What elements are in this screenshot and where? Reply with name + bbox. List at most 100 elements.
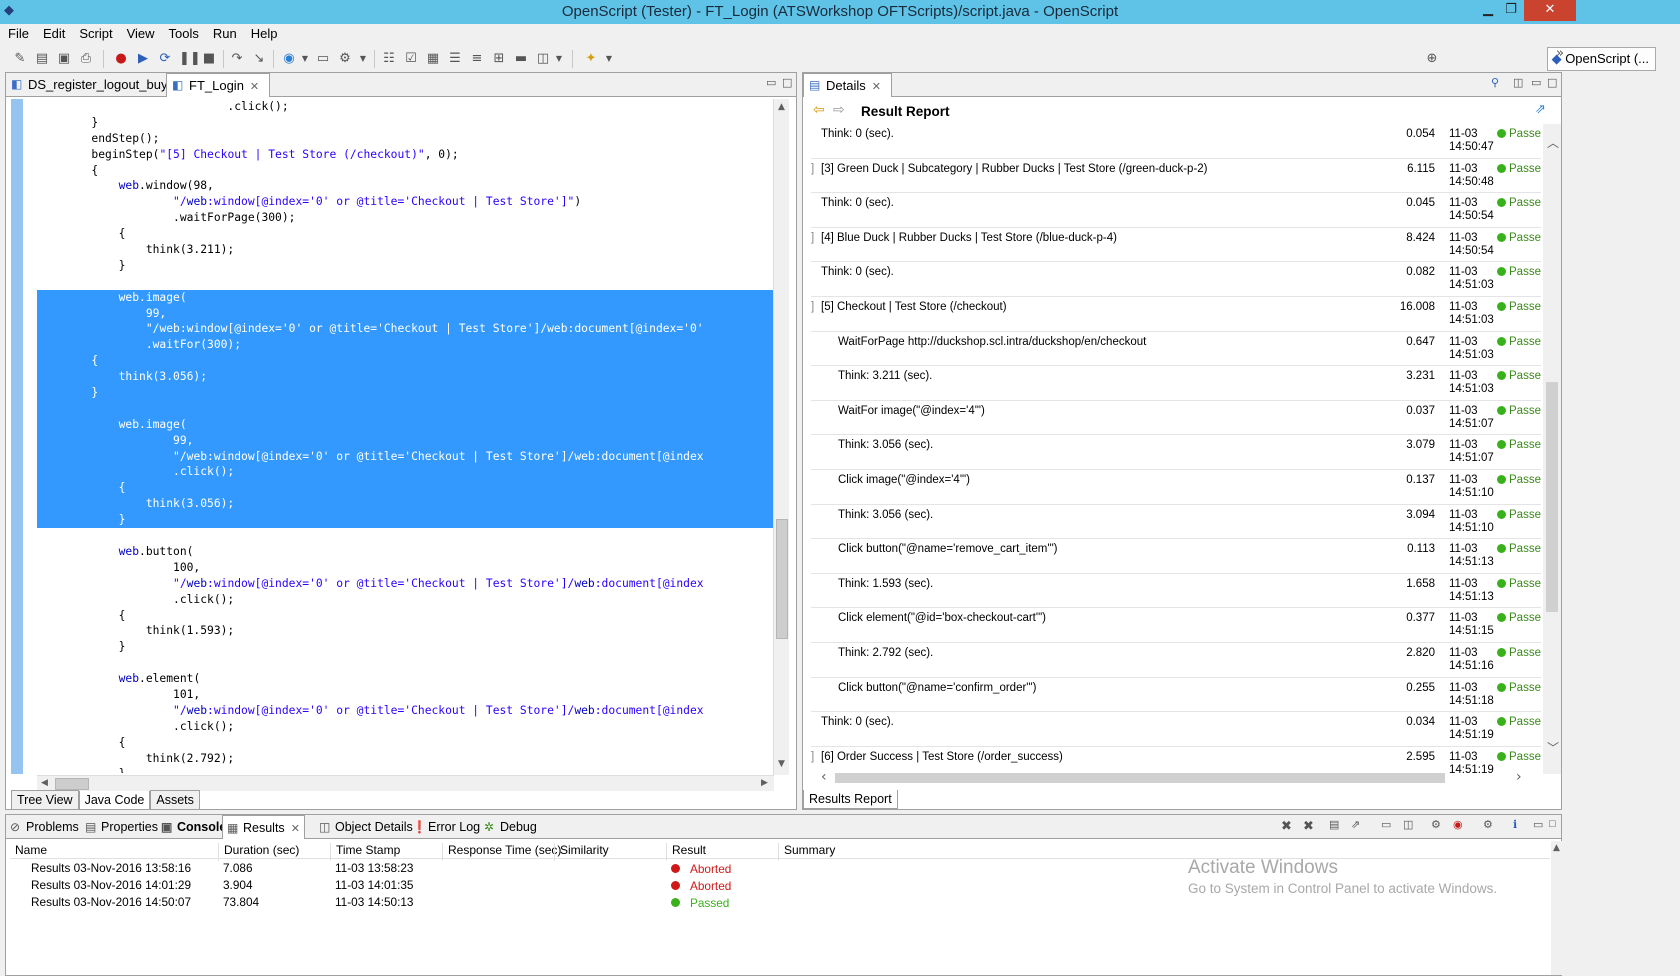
code-line[interactable]: 101, xyxy=(37,687,773,703)
chevron-down-icon[interactable]: ▼ xyxy=(551,51,567,67)
step-over-icon[interactable]: ↷ xyxy=(229,51,245,67)
code-line[interactable]: } xyxy=(37,766,773,773)
iterate-icon[interactable]: ⟳ xyxy=(157,51,173,67)
tab-debug[interactable]: ✲ Debug xyxy=(480,815,541,839)
code-line[interactable]: } xyxy=(37,258,773,274)
chevron-down-icon[interactable]: ▼ xyxy=(601,51,617,67)
tab-ft-login[interactable]: ◧ FT_Login ✕ xyxy=(166,73,271,97)
new-script-icon[interactable]: ✎ xyxy=(12,51,28,67)
code-line[interactable]: } xyxy=(37,115,773,131)
menu-edit[interactable]: Edit xyxy=(35,24,71,41)
code-line[interactable]: .click(); xyxy=(37,592,773,608)
editor-horizontal-scrollbar[interactable]: ◀ ▶ xyxy=(37,775,774,791)
code-line[interactable]: web.button( xyxy=(37,544,773,560)
code-line[interactable]: "/web:window[@index='0' or @title='Check… xyxy=(37,576,773,592)
tab-results-report[interactable]: Results Report xyxy=(803,790,898,809)
tab-object-details[interactable]: ◫ Object Details xyxy=(315,815,417,839)
expand-branch-icon[interactable]: ] xyxy=(811,232,814,244)
expand-branch-icon[interactable]: ] xyxy=(811,751,814,763)
object-icon[interactable]: ⚙ xyxy=(337,51,353,67)
pin-view-icon[interactable]: ⚲ xyxy=(1491,76,1499,89)
code-line[interactable]: { xyxy=(37,226,773,242)
expand-branch-icon[interactable]: ] xyxy=(811,301,814,313)
code-line[interactable]: } xyxy=(37,639,773,655)
close-tab-icon[interactable]: ✕ xyxy=(872,81,881,93)
tab-properties[interactable]: ▤ Properties xyxy=(81,815,162,839)
code-line[interactable]: { xyxy=(37,163,773,179)
minimize-view-icon[interactable]: ▭ xyxy=(1533,818,1543,831)
column-similarity[interactable]: Similarity xyxy=(554,843,609,861)
record-icon[interactable]: ● xyxy=(113,51,129,67)
print-icon[interactable]: ⎙ xyxy=(78,51,94,67)
report-row[interactable]: Click element("@id='box-checkout-cart'")… xyxy=(811,608,1541,643)
code-line[interactable]: { xyxy=(37,735,773,751)
checkpoint-icon[interactable]: ☑ xyxy=(403,51,419,67)
report-row[interactable]: Think: 0 (sec). 0.034 11-0314:51:19Passed xyxy=(811,712,1541,747)
code-line[interactable]: { xyxy=(37,608,773,624)
export-icon[interactable]: ⇗ xyxy=(1351,818,1360,831)
tab-ds-register-logout-buy[interactable]: ◧ DS_register_logout_buy xyxy=(6,73,177,97)
scroll-up-icon[interactable]: ▲ xyxy=(1553,843,1560,853)
scroll-thumb[interactable] xyxy=(55,778,89,790)
scroll-left-icon[interactable]: ‹ xyxy=(821,769,827,785)
code-line[interactable]: web.image( xyxy=(37,289,773,306)
report-row[interactable]: WaitFor image("@index='4'") 0.037 11-03 14:… xyxy=(811,401,1541,436)
column-result[interactable]: Result xyxy=(666,843,706,861)
report-row[interactable]: Click button("@name='remove_cart_item'")… xyxy=(811,539,1541,574)
code-line[interactable] xyxy=(37,400,773,417)
scroll-thumb[interactable] xyxy=(835,773,1445,783)
export-icon[interactable]: ⇗ xyxy=(1535,102,1546,117)
remove-all-icon[interactable]: ✖ xyxy=(1303,818,1314,834)
column-name[interactable]: Name xyxy=(10,843,47,861)
scroll-down-icon[interactable]: ▼ xyxy=(778,759,785,769)
report-row[interactable]: Think: 0 (sec). 0.054 11-0314:50:47Passed xyxy=(811,124,1541,159)
code-line[interactable]: "/web:window[@index='0' or @title='Check… xyxy=(37,194,773,210)
close-window-button[interactable]: ✕ xyxy=(1524,0,1576,21)
pin-icon[interactable]: ✦ xyxy=(583,51,599,67)
report-row[interactable]: Think: 3.211 (sec). 3.231 11-03 14:51:03 Pas… xyxy=(811,366,1541,401)
info-icon[interactable]: ℹ xyxy=(1513,818,1517,831)
tab-assets[interactable]: Assets xyxy=(150,790,200,810)
maximize-view-icon[interactable]: □ xyxy=(782,76,792,89)
code-line[interactable] xyxy=(37,655,773,671)
menu-help[interactable]: Help xyxy=(243,24,284,41)
code-line[interactable]: web.window(98, xyxy=(37,178,773,194)
page-icon[interactable]: ▭ xyxy=(315,51,331,67)
pause-icon[interactable]: ❚❚ xyxy=(179,51,201,67)
code-line[interactable]: endStep(); xyxy=(37,131,773,147)
menu-run[interactable]: Run xyxy=(205,24,243,41)
report-row[interactable]: Click image("@index='4'") 0.137 11-03 14:51… xyxy=(811,470,1541,505)
code-line[interactable]: web.element( xyxy=(37,671,773,687)
code-line[interactable] xyxy=(37,274,773,290)
maximize-button[interactable]: ❐ xyxy=(1496,0,1526,21)
minimize-view-icon[interactable]: ▭ xyxy=(766,76,776,89)
tab-tree-view[interactable]: Tree View xyxy=(11,790,79,810)
code-line[interactable]: think(3.056); xyxy=(37,496,773,513)
report-row[interactable]: ] [5] Checkout | Test Store (/checkout) 16… xyxy=(811,297,1541,332)
play-icon[interactable]: ▶ xyxy=(135,51,151,67)
menu-file[interactable]: File xyxy=(0,24,35,41)
remove-icon[interactable]: ✖ xyxy=(1281,818,1292,834)
code-line[interactable]: think(3.056); xyxy=(37,369,773,386)
open-icon[interactable]: ▤ xyxy=(34,51,50,67)
code-line[interactable]: beginStep("[5] Checkout | Test Store (/c… xyxy=(37,147,773,163)
tab-error-log[interactable]: ❗ Error Log xyxy=(408,815,484,839)
results-vertical-scrollbar[interactable]: ▲ xyxy=(1551,841,1563,975)
code-line[interactable]: } xyxy=(37,512,773,529)
open-perspective-icon[interactable]: ⊕ xyxy=(1424,51,1440,67)
report-row[interactable]: Think: 0 (sec). 0.045 11-0314:50:54Passed xyxy=(811,193,1541,228)
minimize-view-icon[interactable]: ▭ xyxy=(1531,76,1541,89)
tab-problems[interactable]: ⊘ Problems xyxy=(6,815,83,839)
code-line[interactable]: .waitForPage(300); xyxy=(37,210,773,226)
code-line[interactable]: } xyxy=(37,385,773,401)
scroll-down-icon[interactable]: ﹀ xyxy=(1547,739,1559,756)
overflow-icon[interactable]: » xyxy=(1552,46,1568,62)
scroll-right-icon[interactable]: › xyxy=(1516,769,1522,785)
code-line[interactable]: { xyxy=(37,353,773,370)
report-row[interactable]: Think: 3.056 (sec). 3.079 11-03 14:51:07 Pas… xyxy=(811,435,1541,470)
code-area[interactable]: .click(); } endStep(); beginStep("[5] Ch… xyxy=(37,99,773,773)
code-line[interactable]: think(1.593); xyxy=(37,623,773,639)
report-row[interactable]: WaitForPage http://duckshop.scl.intra/du… xyxy=(811,332,1541,367)
image-icon[interactable]: ▦ xyxy=(425,51,441,67)
code-line[interactable]: .click(); xyxy=(37,99,773,115)
